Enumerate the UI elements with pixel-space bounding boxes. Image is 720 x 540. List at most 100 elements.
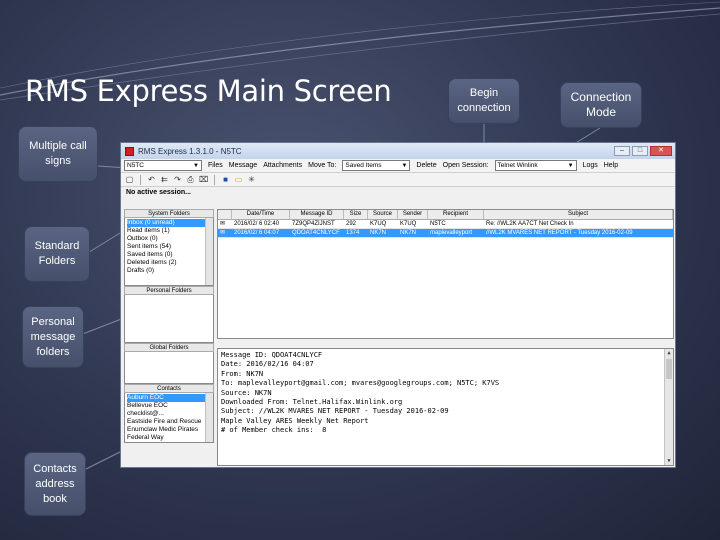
menu-open-session[interactable]: Open Session: — [443, 162, 489, 169]
open-envelope-icon: ✉ — [220, 221, 226, 227]
callout-text: Connection Mode — [570, 90, 632, 119]
forward-icon[interactable]: ↷ — [173, 175, 182, 184]
close-button[interactable]: ✕ — [650, 146, 672, 156]
table-cell: K7UQ — [370, 221, 387, 227]
callout-standard-folders: Standard Folders — [24, 226, 90, 282]
table-cell: 1374 — [346, 230, 360, 236]
print-icon[interactable]: ⎙ — [186, 175, 195, 184]
chevron-down-icon: ▼ — [401, 162, 408, 169]
contact-item[interactable]: checklist@... — [127, 410, 211, 418]
message-viewer[interactable]: Message ID: QDOAT4CNLYCF Date: 2016/02/1… — [217, 348, 674, 466]
message-line: To: maplevalleyport@gmail.com; mvares@go… — [221, 379, 500, 388]
message-line: Date: 2016/02/16 04:07 — [221, 360, 314, 369]
message-line: Subject: //WL2K MVARES NET REPORT - Tues… — [221, 407, 449, 416]
table-cell: //WL2K MVARES NET REPORT - Tuesday 2016-… — [486, 230, 633, 236]
menu-delete[interactable]: Delete — [416, 162, 436, 169]
table-header: Date/Time Message ID Size Source Sender … — [218, 210, 673, 220]
window-title: RMS Express 1.3.1.0 - N5TC — [138, 146, 242, 156]
contact-item[interactable]: Eastside Fire and Rescue — [127, 418, 211, 426]
contact-item[interactable]: Enumclaw Medic Pirates — [127, 426, 211, 434]
minimize-button[interactable]: – — [614, 146, 630, 156]
icon-column-header — [218, 210, 232, 219]
message-line: Downloaded From: Telnet.Halifax.Winlink.… — [221, 398, 403, 407]
table-cell: QDOAT4CNLYCF — [292, 230, 340, 236]
message-scrollbar[interactable]: ▲ ▼ — [664, 349, 673, 465]
session-status: No active session... — [121, 187, 675, 198]
message-table: Date/Time Message ID Size Source Sender … — [217, 209, 674, 339]
contact-item[interactable]: Bellevue EOC — [127, 402, 211, 410]
app-icon — [125, 146, 134, 156]
column-header[interactable]: Message ID — [290, 210, 344, 219]
system-folders-list: Inbox (0 unread) Read items (1) Outbox (… — [124, 218, 214, 286]
callout-text: Standard Folders — [34, 240, 80, 267]
scroll-up-icon[interactable]: ▲ — [665, 349, 673, 357]
reply-all-icon[interactable]: ⇇ — [160, 175, 169, 184]
global-folders-header: Global Folders — [124, 343, 214, 352]
maximize-button[interactable]: □ — [632, 146, 648, 156]
contact-item[interactable]: Auburn EOC — [127, 394, 211, 402]
message-line: # of Member check ins: 8 — [221, 426, 327, 435]
table-cell: Re: //WL2K AA7CT Net Check In — [486, 221, 574, 227]
window-titlebar: RMS Express 1.3.1.0 - N5TC – □ ✕ — [121, 143, 675, 159]
folder-item[interactable]: Sent items (54) — [127, 243, 211, 251]
contact-item[interactable]: Federal Way — [127, 434, 211, 442]
callout-text: Personal message folders — [30, 315, 76, 358]
folder-item[interactable]: Inbox (0 unread) — [127, 219, 211, 227]
message-line: Maple Valley ARES Weekly Net Report — [221, 416, 369, 425]
table-cell: NK7N — [370, 230, 387, 236]
table-cell: 2016/02/ 6 04:07 — [234, 230, 280, 236]
callout-text: Multiple call signs — [29, 140, 87, 167]
personal-folders-header: Personal Folders — [124, 286, 214, 295]
menu-attachments[interactable]: Attachments — [263, 162, 302, 169]
menu-message[interactable]: Message — [229, 162, 257, 169]
column-header[interactable]: Sender — [398, 210, 428, 219]
table-row[interactable]: ✉ 2016/02/ 6 04:07 QDOAT4CNLYCF 1374 NK7… — [218, 229, 673, 238]
column-header[interactable]: Size — [344, 210, 368, 219]
menu-move-to[interactable]: Move To: — [308, 162, 336, 169]
callout-begin-connection: Begin connection — [448, 78, 520, 124]
scroll-thumb[interactable] — [666, 359, 672, 379]
scrollbar[interactable] — [205, 218, 213, 285]
move-to-select[interactable]: Saved Items ▼ — [342, 160, 411, 171]
callsign-select[interactable]: N5TC ▼ — [124, 160, 202, 171]
tools-icon[interactable]: ✳ — [247, 175, 256, 184]
menu-help[interactable]: Help — [604, 162, 618, 169]
closed-envelope-icon: ✉ — [220, 230, 226, 236]
table-cell: K7UQ — [400, 221, 417, 227]
column-header[interactable]: Date/Time — [232, 210, 290, 219]
toolbar: ▢ ↶ ⇇ ↷ ⎙ ⌧ ■ ▭ ✳ — [121, 173, 675, 187]
save-icon[interactable]: ■ — [221, 175, 230, 184]
attach-icon[interactable]: ⌧ — [199, 175, 208, 184]
message-line: From: NK7N — [221, 369, 264, 378]
menubar: N5TC ▼ Files Message Attachments Move To… — [121, 159, 675, 173]
callout-text: Contacts address book — [33, 462, 77, 505]
column-header[interactable]: Subject — [484, 210, 673, 219]
rms-express-window: RMS Express 1.3.1.0 - N5TC – □ ✕ N5TC ▼ … — [120, 142, 676, 468]
message-line: Message ID: QDOAT4CNLYCF — [221, 351, 323, 359]
callout-connection-mode: Connection Mode — [560, 82, 642, 128]
slide-title: RMS Express Main Screen — [25, 74, 392, 108]
folder-item[interactable]: Outbox (0) — [127, 235, 211, 243]
callout-multiple-call-signs: Multiple call signs — [18, 126, 98, 182]
chevron-down-icon: ▼ — [567, 162, 574, 169]
move-to-value: Saved Items — [345, 162, 382, 169]
scroll-down-icon[interactable]: ▼ — [665, 457, 673, 465]
table-cell: 292 — [346, 221, 357, 227]
folder-item[interactable]: Read items (1) — [127, 227, 211, 235]
folder-item[interactable]: Saved items (0) — [127, 251, 211, 259]
session-type-select[interactable]: Telnet Winlink ▼ — [494, 160, 577, 171]
table-row[interactable]: ✉ 2016/02/ 6 02:40 7Z9QP4ZIJNST 292 K7UQ… — [218, 220, 673, 229]
scrollbar[interactable] — [205, 393, 213, 442]
new-message-icon[interactable]: ▢ — [125, 175, 134, 184]
folder-item[interactable]: Deleted items (2) — [127, 259, 211, 267]
system-folders-header: System Folders — [124, 209, 214, 218]
left-pane: System Folders Inbox (0 unread) Read ite… — [124, 209, 214, 443]
reply-icon[interactable]: ↶ — [147, 175, 156, 184]
column-header[interactable]: Recipient — [428, 210, 484, 219]
column-header[interactable]: Source — [368, 210, 398, 219]
menu-files[interactable]: Files — [208, 162, 223, 169]
folder-icon[interactable]: ▭ — [234, 175, 243, 184]
callout-personal-folders: Personal message folders — [22, 306, 84, 368]
menu-logs[interactable]: Logs — [583, 162, 598, 169]
folder-item[interactable]: Drafts (0) — [127, 267, 211, 275]
